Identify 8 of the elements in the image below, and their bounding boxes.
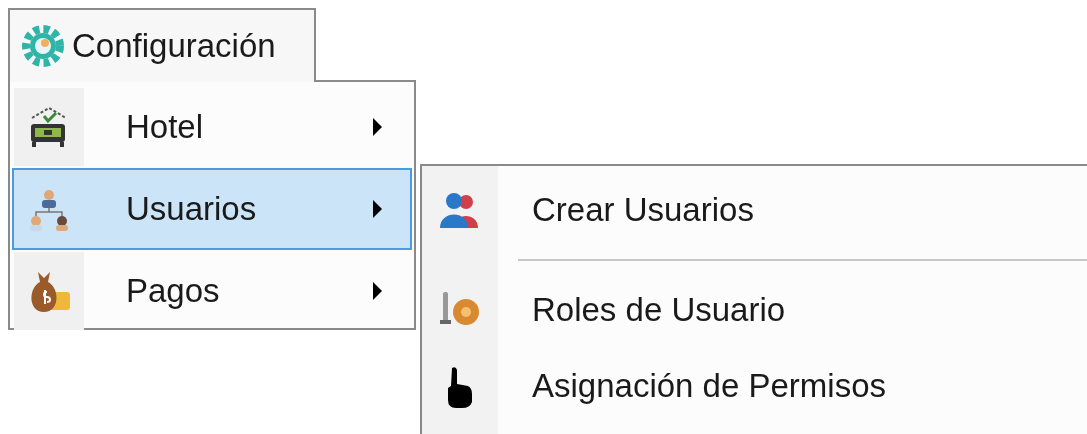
menu-item[interactable]: Usuarios — [12, 168, 412, 250]
submenu-item[interactable]: Roles de Usuario — [422, 272, 1087, 348]
menu-item[interactable]: Hotel — [12, 86, 412, 168]
menu-item[interactable]: Pagos — [12, 250, 412, 332]
submenu-item[interactable]: Crear Usuarios — [422, 172, 1087, 248]
submenu-item[interactable]: Asignación de Permisos — [422, 348, 1087, 424]
menu-tab[interactable]: Configuración — [8, 8, 316, 82]
gear-icon — [20, 23, 66, 69]
